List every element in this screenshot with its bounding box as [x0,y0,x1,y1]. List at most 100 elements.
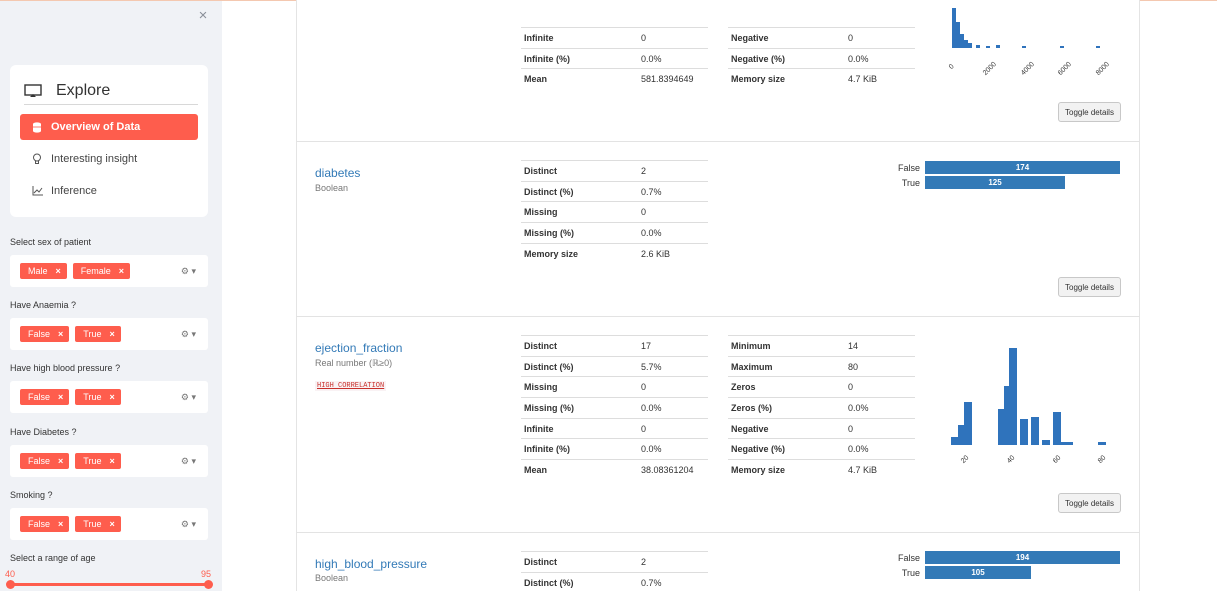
remove-tag-icon[interactable]: × [119,266,124,276]
table-row: Infinite 0 [521,417,708,439]
stat-value: 4.7 KiB [845,459,915,481]
report-panel [296,0,1140,591]
stat-key: Infinite (%) [521,438,638,460]
sex-multiselect[interactable]: Male × Female × ⚙ ▾ [10,255,208,287]
tag-false[interactable]: False × [20,389,70,405]
stat-value: 0.0% [638,438,708,460]
stat-key: Infinite [521,417,638,439]
smoking-multiselect[interactable]: False × True × ⚙ ▾ [10,508,208,540]
diabetes-multiselect[interactable]: False × True × ⚙ ▾ [10,445,208,477]
tag-label: True [83,456,102,466]
age-max-handle[interactable] [204,580,213,589]
table-row: Distinct (%) 0.7% [521,571,708,591]
variable-name-ejection-fraction[interactable]: ejection_fraction [315,341,402,355]
variable-name-diabetes[interactable]: diabetes [315,166,360,180]
stat-key: Distinct [521,335,638,357]
tag-true[interactable]: True × [75,389,121,405]
dropdown-gear-icon[interactable]: ⚙ ▾ [181,456,196,467]
hist-bar [964,401,973,445]
stat-value: 0.0% [845,438,915,460]
stat-value: 0.7% [638,571,708,591]
age-slider-track[interactable] [10,583,208,586]
stat-value: 0 [845,376,915,398]
remove-tag-icon[interactable]: × [56,266,61,276]
tag-female[interactable]: Female × [72,263,131,279]
age-min-handle[interactable] [6,580,15,589]
remove-tag-icon[interactable]: × [109,392,114,402]
stat-key: Mean [521,459,638,481]
table-row: Maximum 80 [728,355,915,377]
stat-value: 0 [638,417,708,439]
close-sidebar-icon[interactable]: × [196,8,210,23]
hist-bar [1042,439,1051,445]
anaemia-multiselect[interactable]: False × True × ⚙ ▾ [10,318,208,350]
ejection-fraction-stats-left: Distinct 17 Distinct (%) 5.7% Missing 0 Mis… [521,335,708,481]
stat-value: 0.0% [845,397,915,419]
stat-value: 581.8394649 [638,68,708,90]
remove-tag-icon[interactable]: × [58,329,63,339]
bar-label: False [897,553,920,563]
ejection-fraction-stats-right: Minimum 14 Maximum 80 Zeros 0 Zeros (%) 0.0%… [728,335,915,481]
tag-male[interactable]: Male × [20,263,67,279]
filter-label-anaemia: Have Anaemia ? [10,300,77,310]
remove-tag-icon[interactable]: × [58,456,63,466]
variable-name-high-blood-pressure[interactable]: high_blood_pressure [315,557,427,571]
bar-label: False [897,163,920,173]
stat-key: Memory size [728,68,845,90]
toggle-details-button[interactable]: Toggle details [1058,493,1121,513]
nav-item-label: Interesting insight [51,153,138,165]
stat-value: 4.7 KiB [845,68,915,90]
tag-false[interactable]: False × [20,516,70,532]
stat-value: 0 [845,27,915,49]
bar-label: True [901,178,920,188]
bar-true: 125 [925,176,1065,189]
stat-key: Zeros (%) [728,397,845,419]
tag-false[interactable]: False × [20,326,70,342]
nav-item-interesting-insight[interactable]: Interesting insight [20,146,198,172]
dropdown-gear-icon[interactable]: ⚙ ▾ [181,392,196,403]
table-row: Memory size 4.7 KiB [728,68,915,90]
table-row: Infinite 0 [521,27,708,49]
remove-tag-icon[interactable]: × [58,519,63,529]
high-correlation-badge[interactable]: HIGH CORRELATION [315,381,387,391]
tag-label: False [28,392,51,402]
remove-tag-icon[interactable]: × [109,329,114,339]
filter-label-diabetes: Have Diabetes ? [10,427,77,437]
dropdown-gear-icon[interactable]: ⚙ ▾ [181,329,196,340]
tag-true[interactable]: True × [75,453,121,469]
tag-false[interactable]: False × [20,453,70,469]
variable-type: Boolean [315,573,349,583]
remove-tag-icon[interactable]: × [58,392,63,402]
nav-item-label: Inference [51,185,97,197]
database-icon [31,121,43,133]
filter-label-high-blood-pressure: Have high blood pressure ? [10,363,121,373]
nav-item-overview-of-data[interactable]: Overview of Data [20,114,198,140]
tag-true[interactable]: True × [75,326,121,342]
variable-type: Boolean [315,183,349,193]
dropdown-gear-icon[interactable]: ⚙ ▾ [181,266,196,277]
table-row: Memory size 4.7 KiB [728,459,915,481]
stat-value: 0.0% [638,397,708,419]
hist-bar [1020,419,1029,445]
tag-true[interactable]: True × [75,516,121,532]
stat-value: 0 [845,417,915,439]
toggle-details-button[interactable]: Toggle details [1058,277,1121,297]
stat-value: 38.08361204 [638,459,708,481]
stat-key: Zeros [728,376,845,398]
stat-key: Distinct [521,551,638,573]
lightbulb-icon [31,153,43,165]
remove-tag-icon[interactable]: × [109,456,114,466]
hist-bar [1053,411,1062,445]
nav-title: Explore [24,77,198,105]
remove-tag-icon[interactable]: × [109,519,114,529]
stat-key: Minimum [728,335,845,357]
table-row: Infinite (%) 0.0% [521,438,708,460]
dropdown-gear-icon[interactable]: ⚙ ▾ [181,519,196,530]
divider [296,141,1140,142]
stat-value: 0.0% [638,222,708,244]
high-blood-pressure-multiselect[interactable]: False × True × ⚙ ▾ [10,381,208,413]
nav-item-inference[interactable]: Inference [20,178,198,204]
table-row: Zeros 0 [728,376,915,398]
stat-key: Missing (%) [521,222,638,244]
toggle-details-button[interactable]: Toggle details [1058,102,1121,122]
